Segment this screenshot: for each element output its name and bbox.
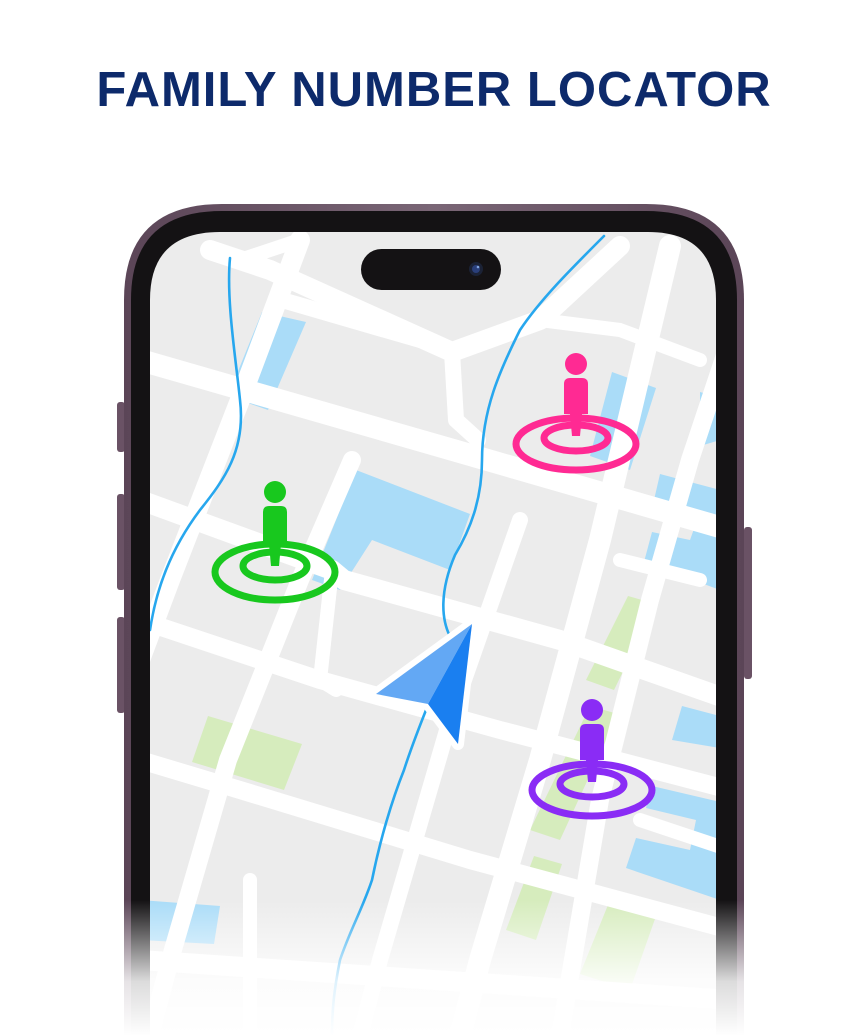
phone-mockup <box>117 204 752 1036</box>
person-icon <box>264 481 286 503</box>
page: FAMILY NUMBER LOCATOR <box>0 0 868 1036</box>
map-view[interactable] <box>140 220 730 1036</box>
volume-down-button <box>117 617 125 713</box>
mute-switch <box>117 402 125 452</box>
volume-up-button <box>117 494 125 590</box>
person-icon <box>565 353 587 375</box>
camera-icon <box>469 262 483 276</box>
power-button <box>744 527 752 679</box>
person-icon <box>581 699 603 721</box>
